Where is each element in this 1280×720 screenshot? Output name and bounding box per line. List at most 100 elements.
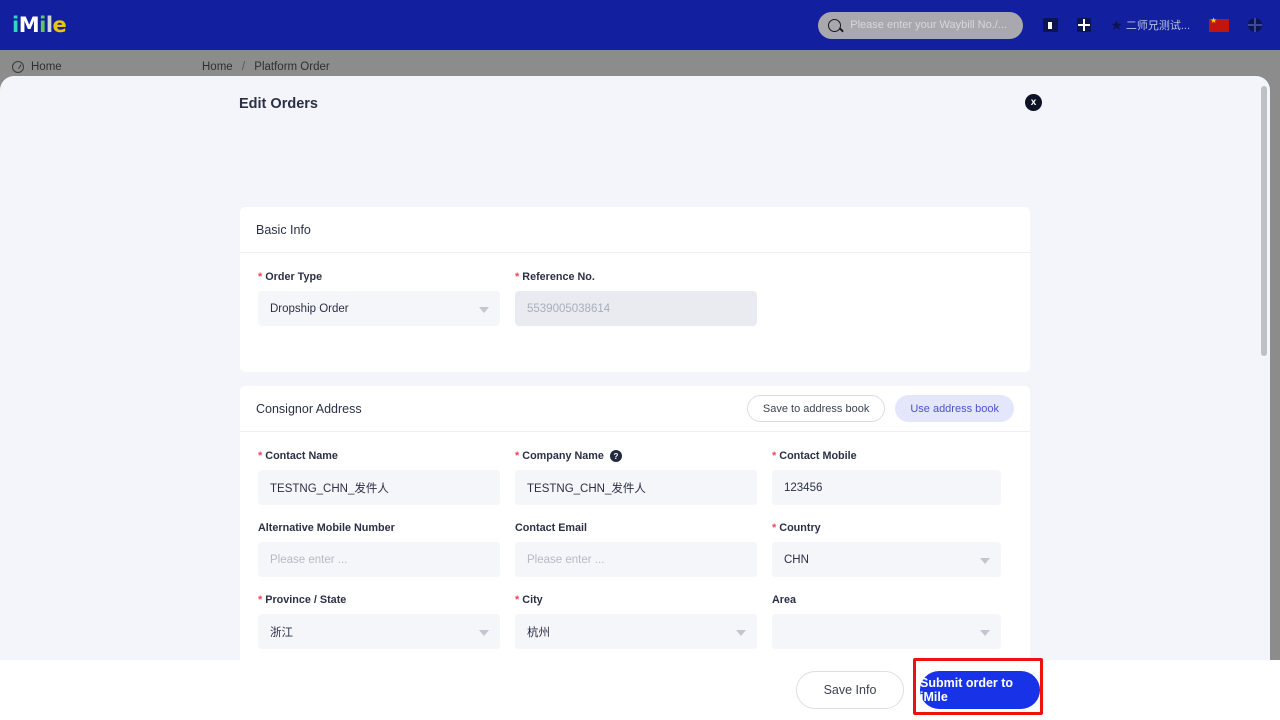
basic-info-form: * Order Type Dropship Order * Reference No. 5…	[240, 253, 1030, 343]
sidebar-item-home[interactable]: Home	[12, 60, 62, 73]
breadcrumb-root[interactable]: Home	[202, 61, 233, 73]
field-placeholder: Please enter ...	[270, 553, 348, 566]
field-contact-name: * Contact Name TESTNG_CHN_发件人	[258, 450, 515, 505]
grid-apps-icon[interactable]	[1077, 18, 1092, 32]
field-label: * Province / State	[258, 594, 500, 606]
logo-letter-2: M	[18, 13, 40, 37]
field-label: * Country	[772, 522, 1001, 534]
field-alternative-mobile-number: Alternative Mobile Number Please enter ..…	[258, 522, 515, 577]
field-label-text: Reference No.	[522, 271, 595, 283]
select-country[interactable]: CHN	[772, 542, 1001, 577]
field-label-text: Company Name	[522, 450, 604, 462]
required-marker: *	[258, 449, 263, 462]
input-alternative-mobile-number[interactable]: Please enter ...	[258, 542, 500, 577]
basic-info-card: Basic Info * Order Type Dropship Order * Ref…	[240, 207, 1030, 372]
required-marker: *	[515, 449, 520, 462]
field-label-text: Contact Email	[515, 522, 587, 534]
field-value: 杭州	[527, 626, 550, 639]
consignor-address-form: * Contact Name TESTNG_CHN_发件人 * Company Name…	[240, 432, 1030, 660]
field-label-text: Country	[779, 522, 821, 534]
field-label: * Contact Mobile	[772, 450, 1001, 462]
edit-orders-modal: Edit Orders x Basic Info * Order Type Drop…	[0, 76, 1270, 660]
input-contact-mobile[interactable]: 123456	[772, 470, 1001, 505]
field-label: * Contact Name	[258, 450, 500, 462]
field-company-name: * Company Name? TESTNG_CHN_发件人	[515, 450, 772, 505]
field-value: 浙江	[270, 626, 293, 639]
select-city[interactable]: 杭州	[515, 614, 757, 649]
logo-letter-5: e	[52, 13, 67, 37]
section-title: Basic Info	[256, 222, 311, 237]
field-label: * City	[515, 594, 757, 606]
field-value: TESTNG_CHN_发件人	[270, 482, 389, 495]
logo-letter-3: i	[39, 13, 46, 37]
input-contact-name[interactable]: TESTNG_CHN_发件人	[258, 470, 500, 505]
field-reference-no: * Reference No. 5539005038614	[515, 271, 772, 326]
required-marker: *	[258, 270, 263, 283]
select-order-type[interactable]: Dropship Order	[258, 291, 500, 326]
required-marker: *	[772, 449, 777, 462]
field-city: * City 杭州	[515, 594, 772, 649]
field-label-text: Area	[772, 594, 797, 606]
imile-logo[interactable]: iMile	[12, 13, 67, 37]
field-order-type: * Order Type Dropship Order	[258, 271, 515, 326]
input-reference-no: 5539005038614	[515, 291, 757, 326]
chevron-down-icon	[980, 557, 990, 564]
select-province-state[interactable]: 浙江	[258, 614, 500, 649]
field-label: Area	[772, 594, 1001, 606]
field-label-text: Contact Name	[265, 450, 338, 462]
close-icon[interactable]: x	[1025, 94, 1042, 111]
search-icon	[828, 18, 842, 32]
user-name-label: 二师兄测试...	[1125, 20, 1190, 32]
logo-letter-1: i	[12, 13, 19, 37]
help-icon[interactable]: ?	[609, 450, 622, 462]
header-right-tools: Please enter your Waybill No./... ★ 二师兄测…	[818, 0, 1280, 50]
consignor-address-header: Consignor Address Save to address book U…	[240, 386, 1030, 432]
breadcrumb-separator: /	[241, 60, 246, 73]
required-marker: *	[258, 593, 263, 606]
chevron-down-icon	[736, 629, 746, 636]
field-contact-email: Contact Email Please enter ...	[515, 522, 772, 577]
breadcrumb-current: Platform Order	[254, 60, 330, 73]
field-area: Area	[772, 594, 1016, 649]
field-value: CHN	[784, 553, 809, 566]
field-label: Alternative Mobile Number	[258, 522, 500, 534]
modal-footer: Save Info Submit order to iMile	[0, 660, 1280, 720]
star-icon: ★	[1110, 17, 1123, 33]
use-address-book-button[interactable]: Use address book	[895, 395, 1014, 422]
field-value: Dropship Order	[270, 302, 349, 315]
field-label-text: Order Type	[265, 271, 323, 283]
chevron-down-icon	[479, 306, 489, 313]
field-contact-mobile: * Contact Mobile 123456	[772, 450, 1016, 505]
field-province-state: * Province / State 浙江	[258, 594, 515, 649]
select-area[interactable]	[772, 614, 1001, 649]
app-header: iMile Please enter your Waybill No./... …	[0, 0, 1280, 50]
input-company-name[interactable]: TESTNG_CHN_发件人	[515, 470, 757, 505]
save-to-address-book-button[interactable]: Save to address book	[746, 395, 886, 422]
field-label-text: Contact Mobile	[779, 450, 857, 462]
chevron-down-icon	[980, 629, 990, 636]
chevron-down-icon	[479, 629, 489, 636]
save-info-button[interactable]: Save Info	[796, 671, 904, 709]
field-value: TESTNG_CHN_发件人	[527, 482, 646, 495]
country-flag-icon[interactable]	[1209, 16, 1229, 32]
search-placeholder: Please enter your Waybill No./...	[850, 19, 1007, 31]
field-label: * Company Name?	[515, 450, 757, 462]
modal-scrollbar[interactable]	[1261, 86, 1267, 356]
submit-order-button[interactable]: Submit order to iMile	[920, 671, 1040, 709]
search-input[interactable]: Please enter your Waybill No./...	[818, 11, 1024, 39]
field-label: * Reference No.	[515, 271, 757, 283]
language-globe-icon[interactable]	[1248, 18, 1262, 32]
field-value: 5539005038614	[527, 302, 611, 315]
input-contact-email[interactable]: Please enter ...	[515, 542, 757, 577]
consignor-address-card: Consignor Address Save to address book U…	[240, 386, 1030, 660]
field-value: 123456	[784, 481, 823, 494]
field-label-text: Province / State	[265, 594, 347, 606]
dashboard-icon	[12, 60, 24, 73]
briefcase-icon[interactable]	[1043, 18, 1059, 32]
field-label: * Order Type	[258, 271, 500, 283]
required-marker: *	[515, 593, 520, 606]
user-menu[interactable]: ★ 二师兄测试...	[1110, 17, 1190, 33]
required-marker: *	[772, 521, 777, 534]
field-label-text: City	[522, 594, 543, 606]
sidebar-item-label: Home	[31, 60, 62, 73]
